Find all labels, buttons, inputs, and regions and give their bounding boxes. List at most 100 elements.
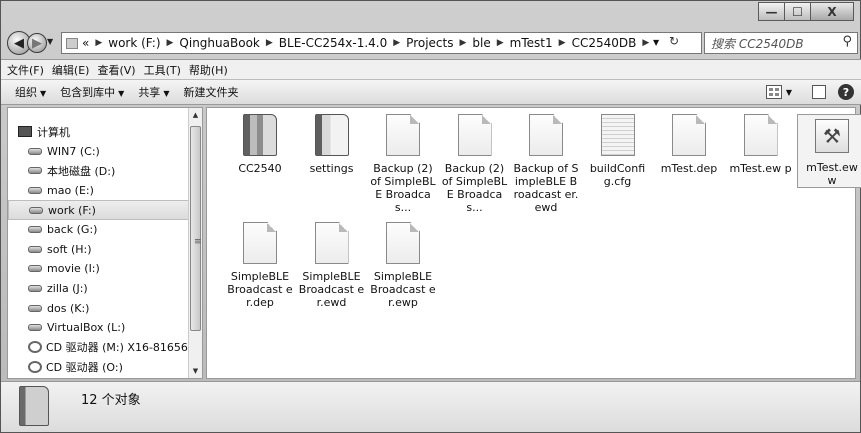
nav-item-label: WIN7 (C:) — [47, 144, 100, 158]
menu-item[interactable]: 工具(T) — [144, 62, 181, 78]
breadcrumb-item[interactable]: BLE-CC254x-1.4.0 — [279, 36, 387, 50]
nav-item-drive[interactable]: work (F:) — [8, 200, 190, 220]
forward-button[interactable]: ▶ — [27, 33, 47, 53]
file-name: Backup (2) of SimpleBLE Broadcas... — [441, 162, 508, 214]
document-icon — [243, 222, 277, 264]
nav-item-label: dos (K:) — [47, 301, 90, 315]
breadcrumb-separator-icon[interactable]: ▶ — [95, 38, 102, 48]
search-input[interactable]: 搜索 CC2540DB ⚲ — [704, 32, 858, 54]
scroll-down-icon[interactable]: ▼ — [189, 367, 202, 375]
menu-item[interactable]: 文件(F) — [7, 62, 44, 78]
file-name: SimpleBLE Broadcast er.ewp — [370, 270, 436, 309]
address-bar[interactable]: « ▶ work (F:) ▶ QinghuaBook ▶ BLE-CC254x-1.4.… — [61, 32, 702, 54]
address-dropdown-icon[interactable]: ▼ — [653, 38, 659, 47]
breadcrumb-item[interactable]: ble — [472, 36, 490, 50]
file-item[interactable]: mTest.ew p — [726, 114, 796, 175]
nav-item-drive[interactable]: back (G:) — [8, 220, 190, 240]
drive-icon — [28, 285, 42, 293]
maximize-button[interactable]: ☐ — [784, 2, 811, 21]
organize-button[interactable]: 组织 ▼ — [15, 84, 46, 100]
breadcrumb-item[interactable]: QinghuaBook — [179, 36, 259, 50]
file-item[interactable]: SimpleBLE Broadcast er.ewd — [297, 222, 367, 309]
breadcrumb-separator-icon[interactable]: ▶ — [642, 38, 649, 48]
breadcrumb-item[interactable]: CC2540DB — [572, 36, 637, 50]
nav-item-drive[interactable]: 本地磁盘 (D:) — [8, 161, 190, 181]
drive-icon — [28, 245, 42, 253]
nav-item-label: work (F:) — [48, 203, 96, 217]
nav-item-label: back (G:) — [47, 223, 98, 237]
breadcrumb-item[interactable]: mTest1 — [510, 36, 553, 50]
document-icon — [672, 114, 706, 156]
file-item[interactable]: ⚒ mTest.ew w — [797, 114, 861, 188]
address-row: ◀ ▶ ▼ « ▶ work (F:) ▶ QinghuaBook ▶ BLE-CC254… — [1, 29, 861, 57]
file-name: buildConfi g.cfg — [589, 162, 646, 188]
nav-item-drive[interactable]: dos (K:) — [8, 298, 190, 318]
nav-item-drive[interactable]: CD 驱动器 (O:) — [8, 357, 190, 377]
nav-item-computer[interactable]: 计算机 — [8, 122, 190, 142]
scroll-thumb[interactable]: ≡ — [190, 126, 202, 331]
config-file-icon — [600, 114, 635, 156]
address-overflow[interactable]: « — [82, 36, 89, 50]
file-name: settings — [309, 162, 354, 175]
drive-icon — [28, 147, 42, 155]
view-dropdown-icon[interactable]: ▼ — [786, 88, 792, 97]
menu-item[interactable]: 帮助(H) — [189, 62, 228, 78]
file-name: SimpleBLE Broadcast er.ewd — [298, 270, 365, 309]
menu-item[interactable]: 编辑(E) — [52, 62, 90, 78]
breadcrumb-separator-icon[interactable]: ▶ — [393, 38, 400, 48]
menu-item[interactable]: 查看(V) — [97, 62, 135, 78]
nav-item-label: movie (I:) — [47, 262, 100, 276]
file-item[interactable]: buildConfi g.cfg — [583, 114, 653, 188]
document-icon — [386, 222, 420, 264]
nav-scrollbar[interactable]: ▲ ≡ ▼ — [188, 108, 202, 378]
file-name: CC2540 — [238, 162, 282, 175]
breadcrumb-separator-icon[interactable]: ▶ — [266, 38, 273, 48]
computer-icon — [18, 126, 32, 138]
breadcrumb-separator-icon[interactable]: ▶ — [167, 38, 174, 48]
nav-item-drive[interactable]: movie (I:) — [8, 259, 190, 279]
file-item[interactable]: settings — [297, 114, 367, 175]
file-item[interactable]: SimpleBLE Broadcast er.ewp — [368, 222, 438, 309]
include-in-library-button[interactable]: 包含到库中 ▼ — [60, 84, 124, 100]
file-item[interactable]: CC2540 — [225, 114, 295, 175]
help-icon[interactable]: ? — [838, 84, 854, 100]
file-item[interactable]: Backup of SimpleBLE Broadcast er.ewd — [511, 114, 581, 214]
search-placeholder: 搜索 CC2540DB — [711, 37, 804, 51]
drive-icon — [28, 187, 42, 195]
search-icon[interactable]: ⚲ — [842, 34, 852, 49]
file-name: mTest.ew p — [729, 162, 792, 175]
file-name: Backup (2) of SimpleBLE Broadcas... — [370, 162, 436, 214]
nav-item-drive[interactable]: VirtualBox (L:) — [8, 318, 190, 338]
details-pane: 12 个对象 — [1, 381, 860, 432]
scroll-up-icon[interactable]: ▲ — [189, 111, 202, 119]
breadcrumb-item[interactable]: work (F:) — [108, 36, 160, 50]
document-icon — [457, 114, 492, 156]
drive-icon — [28, 324, 42, 332]
nav-item-drive[interactable]: zilla (J:) — [8, 279, 190, 299]
nav-item-drive[interactable]: soft (H:) — [8, 240, 190, 260]
breadcrumb-item[interactable]: Projects — [406, 36, 453, 50]
breadcrumb-separator-icon[interactable]: ▶ — [559, 38, 566, 48]
breadcrumb: ▶ work (F:) ▶ QinghuaBook ▶ BLE-CC254x-1.4.0 ▶… — [89, 36, 655, 50]
change-view-icon[interactable] — [765, 85, 782, 99]
recent-pages-dropdown-icon[interactable]: ▼ — [47, 37, 53, 46]
preview-pane-icon[interactable] — [812, 85, 826, 99]
breadcrumb-separator-icon[interactable]: ▶ — [497, 38, 504, 48]
minimize-button[interactable]: — — [758, 2, 785, 21]
nav-item-label: VirtualBox (L:) — [47, 321, 126, 335]
file-item[interactable]: mTest.dep — [654, 114, 724, 175]
nav-item-drive[interactable]: WIN7 (C:) — [8, 142, 190, 162]
view-controls: ▼ ? — [765, 84, 854, 100]
folder-icon — [19, 386, 49, 426]
new-folder-button[interactable]: 新建文件夹 — [183, 84, 238, 100]
file-name: mTest.ew w — [806, 161, 858, 187]
nav-item-drive[interactable]: CD 驱动器 (M:) X16-81656 — [8, 338, 190, 358]
file-item[interactable]: SimpleBLE Broadcast er.dep — [225, 222, 295, 309]
share-button[interactable]: 共享 ▼ — [138, 84, 169, 100]
nav-item-drive[interactable]: mao (E:) — [8, 181, 190, 201]
breadcrumb-separator-icon[interactable]: ▶ — [459, 38, 466, 48]
close-button[interactable]: X — [810, 2, 854, 21]
file-item[interactable]: Backup (2) of SimpleBLE Broadcas... — [440, 114, 510, 214]
refresh-icon[interactable]: ↻ — [669, 34, 679, 48]
file-item[interactable]: Backup (2) of SimpleBLE Broadcas... — [368, 114, 438, 214]
